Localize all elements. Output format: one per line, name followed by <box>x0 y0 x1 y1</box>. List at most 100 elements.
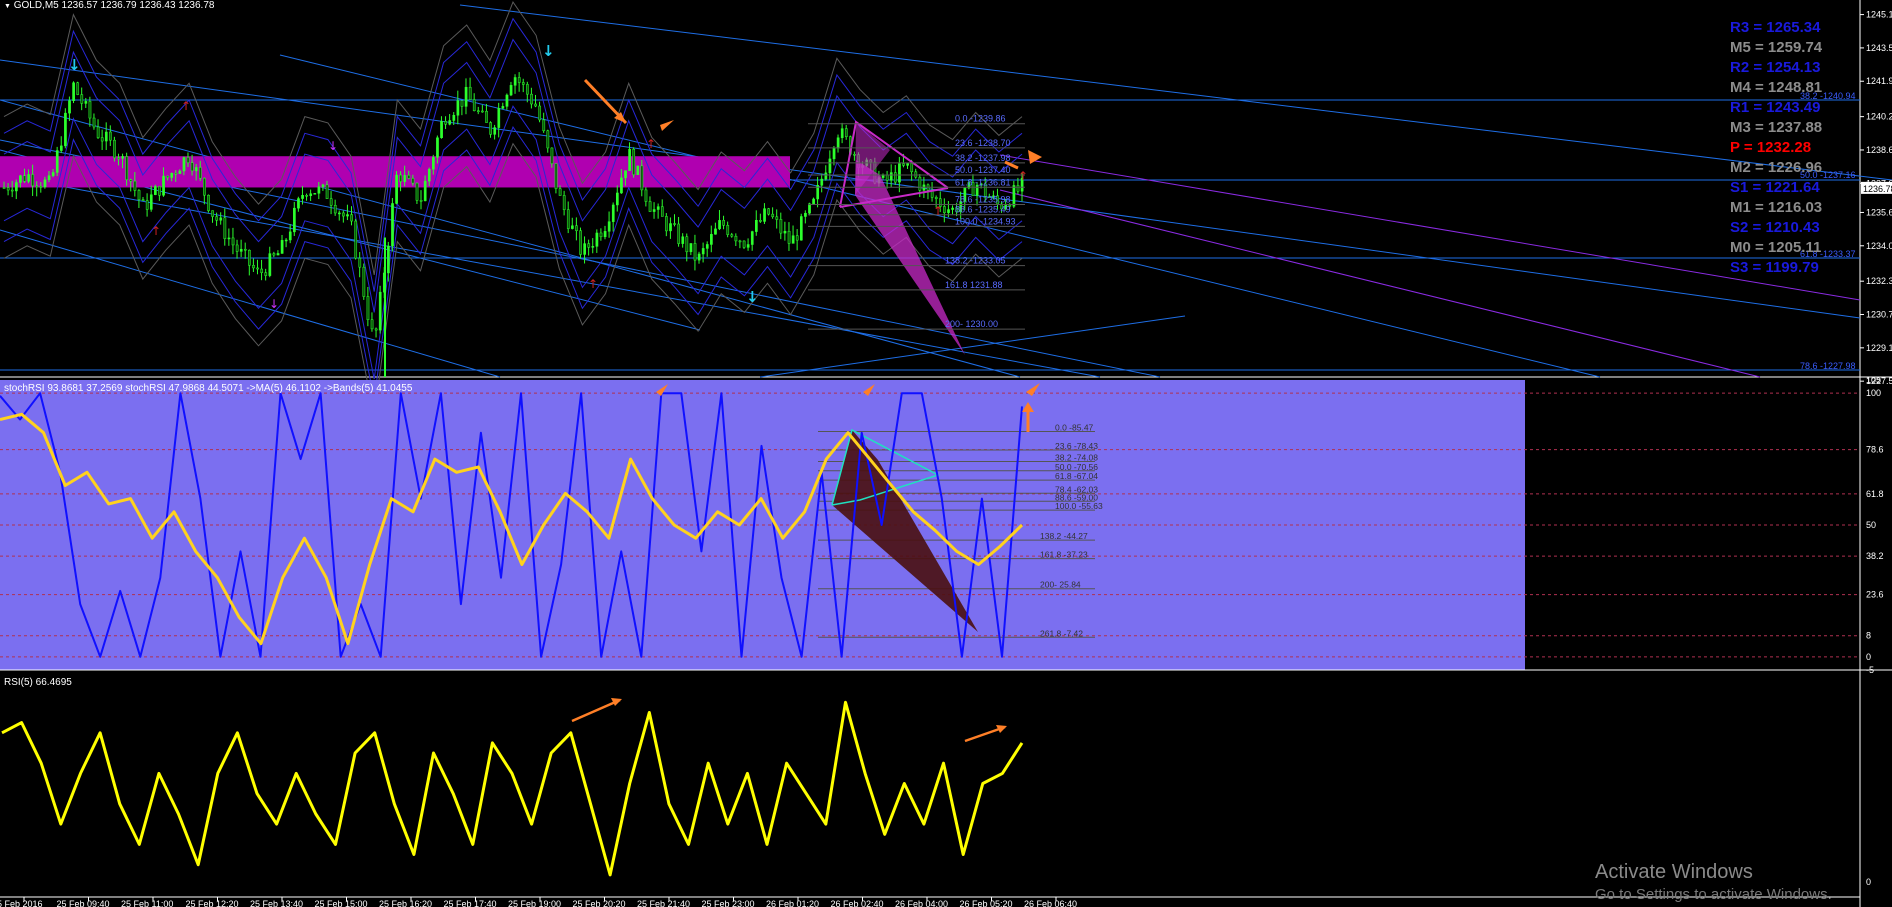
fib-level-label: 78.6 -1235.98 <box>955 195 1011 205</box>
candle-body <box>934 197 938 200</box>
candle-body <box>239 248 243 252</box>
candle-body <box>186 157 190 163</box>
candle-body <box>844 128 848 137</box>
candle-body <box>665 216 668 232</box>
candle-body <box>432 157 435 170</box>
candle-body <box>607 221 611 232</box>
stochrsi-title: stochRSI 93.8681 37.2569 stochRSI 47.986… <box>4 383 413 394</box>
candle-body <box>149 194 153 210</box>
candle-body <box>133 180 137 191</box>
candle-body <box>787 230 791 244</box>
candle-body <box>141 199 145 201</box>
candle-body <box>755 219 758 232</box>
candle-body <box>726 225 730 235</box>
header-arrow-icon: ▼ <box>4 3 11 10</box>
candle-body <box>227 237 231 240</box>
candle-body <box>468 86 472 100</box>
fractal-arrow-icon: ↑ <box>588 277 598 291</box>
candle-body <box>644 189 648 202</box>
symbol-label: GOLD,M5 <box>13 0 59 11</box>
candle-body <box>804 212 807 217</box>
candle-body <box>293 207 296 233</box>
fib-level-label: 23.6 -1238.70 <box>955 138 1011 148</box>
candle-body <box>182 157 186 172</box>
fib-level-label: 50.0 -1237.40 <box>955 165 1011 175</box>
candle-body <box>705 244 709 249</box>
rsi-axis-label: 0 <box>1866 877 1871 887</box>
candle-body <box>88 101 92 119</box>
candle-body <box>652 209 656 212</box>
fib-level-label: 138.2 -44.27 <box>1040 531 1088 541</box>
candle-body <box>558 188 562 196</box>
pivot-level: M5 = 1259.74 <box>1730 39 1823 56</box>
candle-body <box>166 175 169 178</box>
candle-body <box>779 219 783 234</box>
candle-body <box>374 328 378 331</box>
candle-body <box>489 122 492 135</box>
trading-chart[interactable]: 0.0 -1239.86 23.6 -1238.70 38.2 -1237.98 50… <box>0 0 1892 907</box>
candle-body <box>460 100 464 107</box>
fractal-arrow-icon: ↑ <box>151 224 161 238</box>
candle-body <box>464 86 468 107</box>
time-axis-label: 26 Feb 05:20 <box>960 899 1013 907</box>
stoch-axis-label: 0 <box>1866 652 1871 662</box>
candle-body <box>444 121 447 125</box>
current-price-label: 1236.78 <box>1863 184 1892 194</box>
candle-body <box>366 296 370 320</box>
candle-body <box>509 85 513 96</box>
fib-level-label: 23.6 -78.43 <box>1055 441 1098 451</box>
time-axis-label: 25 Feb 19:00 <box>508 899 561 907</box>
candle-body <box>288 231 292 241</box>
candle-body <box>481 110 484 113</box>
candle-body <box>387 245 390 274</box>
candle-body <box>906 163 909 166</box>
candle-body <box>301 195 304 199</box>
fractal-arrow-icon: ↓ <box>68 56 81 74</box>
candle-body <box>423 180 427 202</box>
time-axis-label: 25 Feb 2016 <box>0 899 43 907</box>
candle-body <box>235 244 239 252</box>
candle-body <box>198 167 202 179</box>
candle-body <box>734 235 738 242</box>
candle-body <box>10 189 14 192</box>
candle-body <box>317 186 321 194</box>
candle-body <box>660 206 664 217</box>
candle-body <box>501 106 505 109</box>
candle-body <box>656 206 660 210</box>
candle-body <box>47 175 51 180</box>
candle-body <box>452 114 456 121</box>
price-axis-label: 1230.7 <box>1866 310 1892 320</box>
candle-body <box>260 268 264 273</box>
fib-level-label: 161.8 1231.88 <box>945 280 1003 290</box>
candle-body <box>109 131 112 141</box>
candle-body <box>759 219 762 222</box>
candle-body <box>571 225 574 229</box>
candle-body <box>476 110 480 113</box>
candle-body <box>951 207 954 210</box>
candle-body <box>39 186 43 188</box>
candle-body <box>1016 185 1020 192</box>
stoch-axis-label: 50 <box>1866 520 1876 530</box>
rsi-title: RSI(5) 66.4695 <box>4 677 72 688</box>
pivot-level: R3 = 1265.34 <box>1730 19 1821 36</box>
candle-body <box>264 272 268 276</box>
candle-body <box>697 253 701 261</box>
candle-body <box>885 174 889 181</box>
candle-body <box>820 178 824 186</box>
pivot-level: M0 = 1205.11 <box>1730 239 1822 256</box>
candle-body <box>763 208 766 222</box>
candle-body <box>562 195 566 210</box>
fib-level-label: 78.6 -1227.98 <box>1800 361 1856 371</box>
candle-body <box>493 127 497 135</box>
candle-body <box>252 265 255 269</box>
candle-body <box>583 243 586 255</box>
candle-body <box>485 111 488 123</box>
time-axis-label: 25 Feb 21:40 <box>637 899 690 907</box>
price-axis-label: 1240.2 <box>1866 112 1892 122</box>
candle-body <box>333 204 337 214</box>
candle-body <box>738 240 742 243</box>
candle-body <box>853 154 856 156</box>
stoch-axis-label: -5 <box>1866 665 1874 675</box>
candle-body <box>358 257 362 268</box>
candle-body <box>566 209 570 229</box>
